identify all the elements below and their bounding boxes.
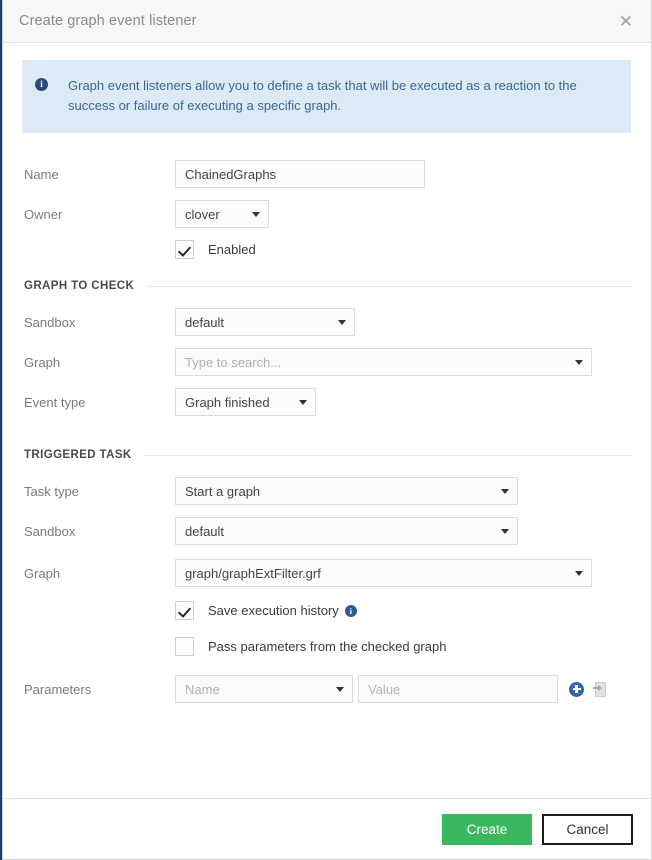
chevron-down-icon xyxy=(501,489,509,494)
owner-select-value: clover xyxy=(185,207,242,222)
chevron-down-icon xyxy=(336,687,344,692)
section-graph-to-check: GRAPH TO CHECK xyxy=(22,280,631,292)
task-type-value: Start a graph xyxy=(185,484,491,499)
field-row-parameters: Parameters Name xyxy=(22,675,631,703)
chevron-down-icon xyxy=(299,400,307,405)
task-sandbox-label: Sandbox xyxy=(22,524,175,539)
parameters-label: Parameters xyxy=(22,682,175,697)
task-sandbox-select[interactable]: default xyxy=(175,517,518,545)
event-type-select[interactable]: Graph finished xyxy=(175,388,316,416)
chevron-down-icon xyxy=(575,571,583,576)
chevron-down-icon xyxy=(252,212,260,217)
task-type-control: Start a graph xyxy=(175,477,631,505)
chevron-down-icon xyxy=(501,529,509,534)
parameters-control: Name xyxy=(175,675,631,703)
parameter-action-icons xyxy=(569,682,606,697)
parameter-name-select[interactable]: Name xyxy=(175,675,353,703)
field-row-task-type: Task type Start a graph xyxy=(22,477,631,505)
save-execution-history-row: Save execution history i xyxy=(22,601,631,620)
parameter-value-input[interactable] xyxy=(358,675,558,703)
chevron-down-icon xyxy=(575,360,583,365)
event-type-control: Graph finished xyxy=(175,388,631,416)
task-graph-label: Graph xyxy=(22,566,175,581)
section-triggered-task-title: TRIGGERED TASK xyxy=(22,449,132,461)
check-sandbox-control: default xyxy=(175,308,631,336)
section-divider xyxy=(146,286,631,287)
parameter-name-placeholder: Name xyxy=(185,682,326,697)
info-banner-text: Graph event listeners allow you to defin… xyxy=(68,76,578,116)
save-execution-history-label: Save execution history xyxy=(208,603,339,618)
check-graph-label: Graph xyxy=(22,355,175,370)
field-row-check-sandbox: Sandbox default xyxy=(22,308,631,336)
field-row-owner: Owner clover xyxy=(22,200,631,228)
info-icon: i xyxy=(35,78,48,91)
section-divider xyxy=(144,455,631,456)
task-type-select[interactable]: Start a graph xyxy=(175,477,518,505)
field-row-event-type: Event type Graph finished xyxy=(22,388,631,416)
enabled-checkbox[interactable] xyxy=(175,240,194,259)
pass-parameters-row: Pass parameters from the checked graph xyxy=(22,637,631,656)
dialog-body: i Graph event listeners allow you to def… xyxy=(3,43,651,798)
close-icon[interactable]: ✕ xyxy=(615,11,637,32)
owner-control: clover xyxy=(175,200,631,228)
field-row-task-sandbox: Sandbox default xyxy=(22,517,631,545)
event-type-label: Event type xyxy=(22,395,175,410)
enabled-label: Enabled xyxy=(208,242,256,257)
check-sandbox-value: default xyxy=(185,315,328,330)
field-row-name: Name xyxy=(22,160,631,188)
dialog-header: Create graph event listener ✕ xyxy=(3,0,651,43)
create-button[interactable]: Create xyxy=(442,814,532,845)
section-triggered-task: TRIGGERED TASK xyxy=(22,449,631,461)
info-icon[interactable]: i xyxy=(345,605,357,617)
pass-parameters-label: Pass parameters from the checked graph xyxy=(208,639,446,654)
check-sandbox-label: Sandbox xyxy=(22,315,175,330)
event-type-value: Graph finished xyxy=(185,395,289,410)
info-banner: i Graph event listeners allow you to def… xyxy=(22,60,631,133)
name-label: Name xyxy=(22,167,175,182)
check-sandbox-select[interactable]: default xyxy=(175,308,355,336)
create-graph-event-listener-dialog: Create graph event listener ✕ i Graph ev… xyxy=(3,0,652,860)
import-file-arrow xyxy=(593,687,601,689)
name-control xyxy=(175,160,631,188)
field-row-check-graph: Graph Type to search... xyxy=(22,348,631,376)
section-graph-to-check-title: GRAPH TO CHECK xyxy=(22,280,134,292)
task-graph-select[interactable]: graph/graphExtFilter.grf xyxy=(175,559,592,587)
task-sandbox-value: default xyxy=(185,524,491,539)
chevron-down-icon xyxy=(338,320,346,325)
name-input[interactable] xyxy=(175,160,425,188)
field-row-task-graph: Graph graph/graphExtFilter.grf xyxy=(22,559,631,587)
add-circle-icon[interactable] xyxy=(569,682,584,697)
check-graph-select[interactable]: Type to search... xyxy=(175,348,592,376)
task-graph-control: graph/graphExtFilter.grf xyxy=(175,559,631,587)
cancel-button[interactable]: Cancel xyxy=(542,814,633,845)
check-graph-control: Type to search... xyxy=(175,348,631,376)
owner-select[interactable]: clover xyxy=(175,200,269,228)
check-graph-placeholder: Type to search... xyxy=(185,355,565,370)
enabled-checkbox-row: Enabled xyxy=(22,240,631,259)
task-type-label: Task type xyxy=(22,484,175,499)
dialog-title: Create graph event listener xyxy=(19,13,615,29)
pass-parameters-checkbox[interactable] xyxy=(175,637,194,656)
import-file-icon[interactable] xyxy=(593,682,606,697)
save-execution-history-checkbox[interactable] xyxy=(175,601,194,620)
task-sandbox-control: default xyxy=(175,517,631,545)
save-execution-history-label-wrap: Save execution history i xyxy=(208,603,357,618)
owner-label: Owner xyxy=(22,207,175,222)
task-graph-value: graph/graphExtFilter.grf xyxy=(185,566,565,581)
dialog-footer: Create Cancel xyxy=(3,798,651,859)
